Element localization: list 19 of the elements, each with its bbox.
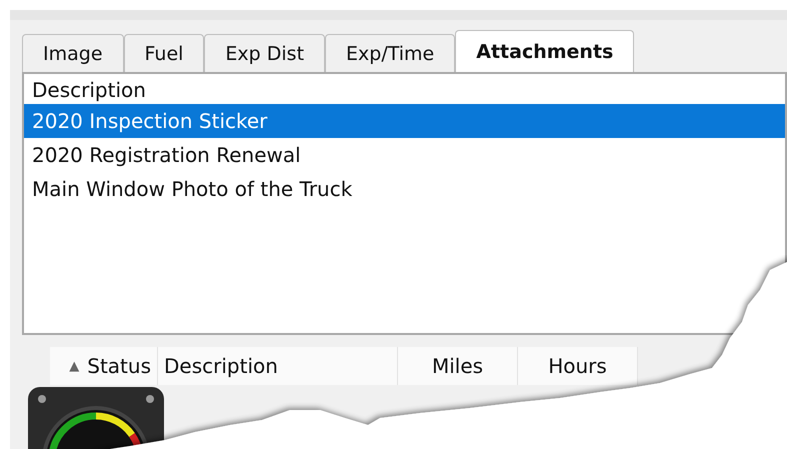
list-row[interactable]: 2020 Inspection Sticker [24,104,785,138]
tab[interactable]: Exp Dist [204,34,326,72]
gauge-icon [26,385,166,449]
column-title: Hours [548,354,607,378]
column-header: Description [31,77,147,104]
column-header[interactable]: Description [158,347,398,385]
tab[interactable]: Image [22,34,124,72]
column-title: Miles [432,354,484,378]
tab[interactable]: Exp/Time [325,34,456,72]
list-row[interactable]: 2020 Registration Renewal [24,138,785,172]
tab[interactable]: Fuel [124,34,204,72]
column-title: Status [87,354,151,378]
column-title: Description [164,354,278,378]
tab[interactable]: Attachments [455,30,634,72]
list-row[interactable]: Main Window Photo of the Truck [24,172,785,206]
column-header[interactable]: Hours [518,347,638,385]
column-header[interactable]: Miles [398,347,518,385]
column-header[interactable]: ▲ Status [50,347,158,385]
sort-indicator: ▲ [69,358,80,374]
